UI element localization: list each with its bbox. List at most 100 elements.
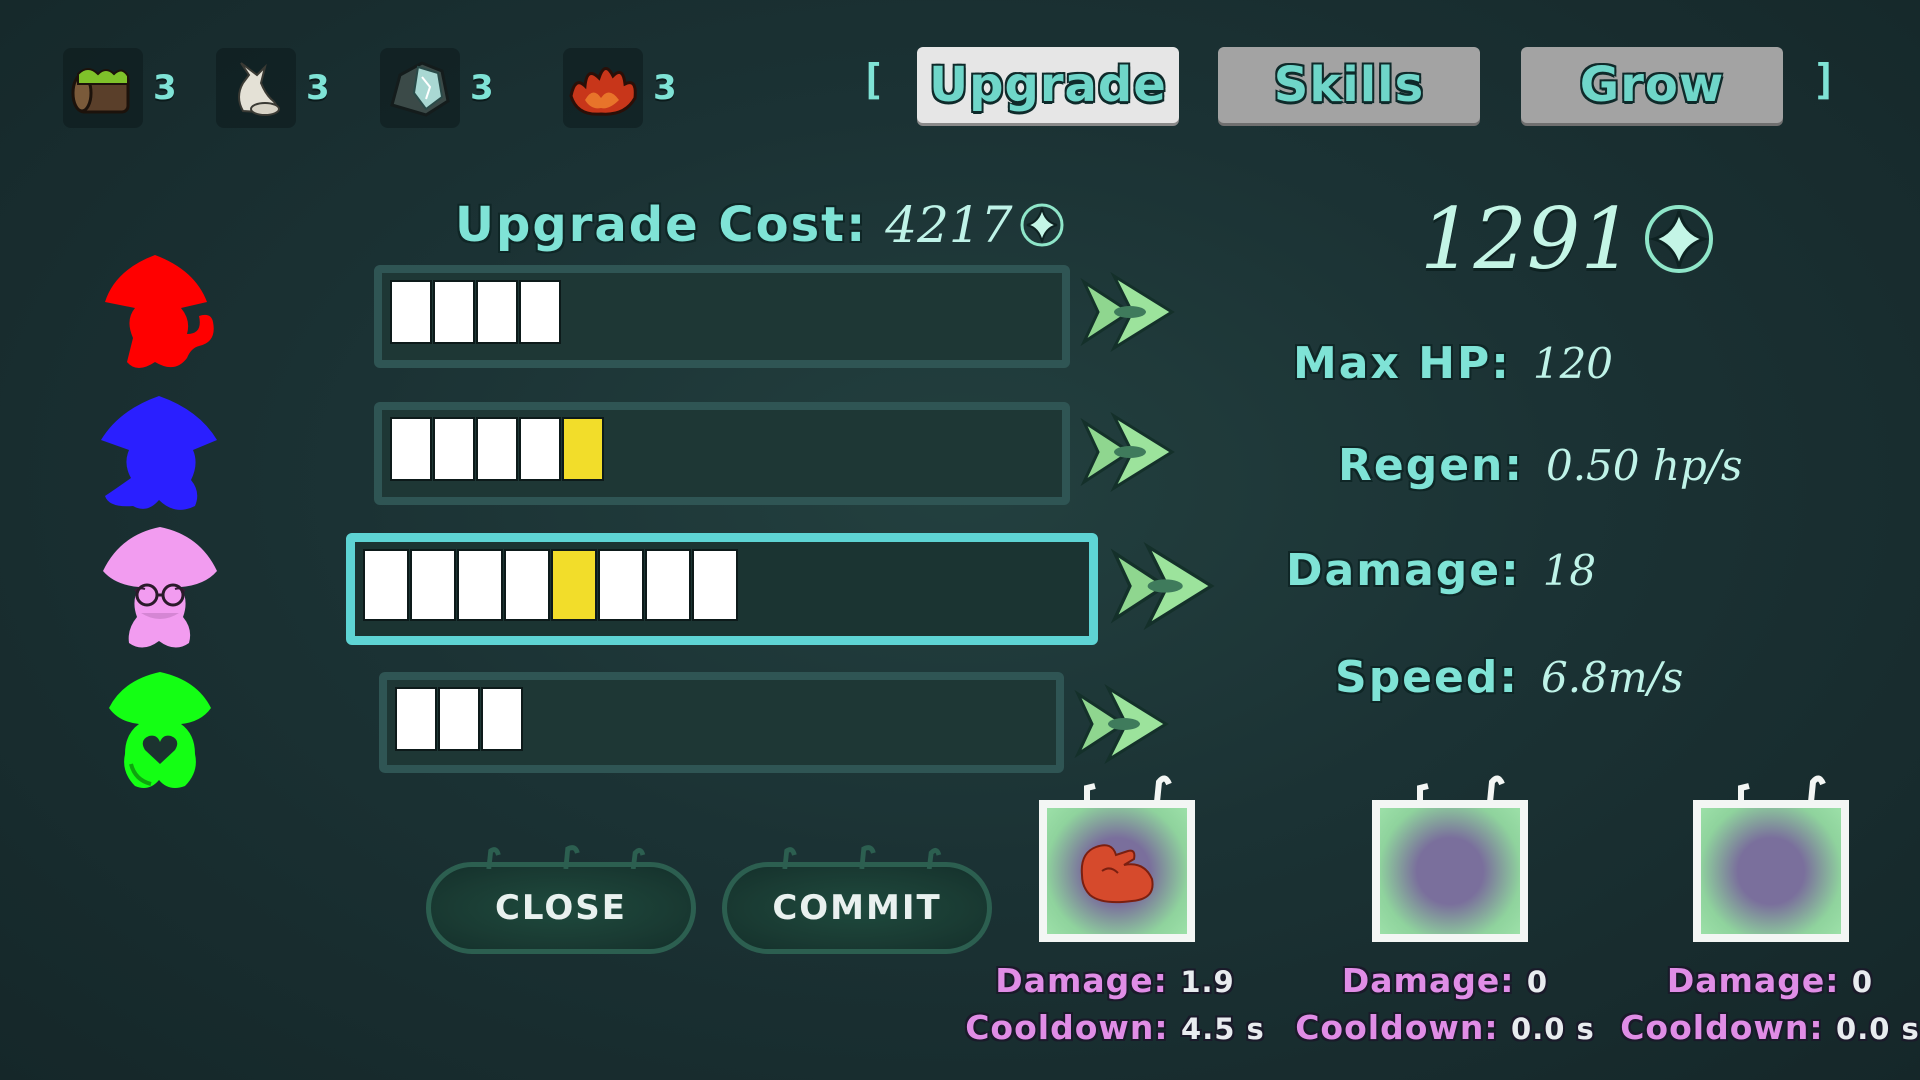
skill-3-cooldown-value: 0.0 s bbox=[1836, 1012, 1920, 1046]
upgrade-cost: Upgrade Cost: 4217 bbox=[455, 196, 1065, 254]
mossy-log-icon bbox=[63, 47, 143, 128]
upgrade-red-arrow-icon[interactable] bbox=[1080, 272, 1176, 352]
upgrade-blue-arrow-icon[interactable] bbox=[1080, 412, 1176, 492]
upgrade-segment bbox=[390, 280, 432, 344]
pink-mushroom-icon bbox=[103, 527, 217, 648]
upgrade-bar-blue bbox=[374, 402, 1070, 505]
skill-slot-3[interactable] bbox=[1693, 775, 1849, 942]
stat-max-hp-label: Max HP: bbox=[1293, 338, 1511, 389]
skill-slot-2[interactable] bbox=[1372, 775, 1528, 942]
upgrade-segments-blue bbox=[390, 417, 604, 481]
red-mushroom-icon bbox=[105, 255, 214, 368]
blue-mushroom-icon bbox=[101, 396, 217, 510]
stat-speed: Speed: 6.8m/s bbox=[1335, 652, 1683, 703]
upgrade-segments-red bbox=[390, 280, 561, 344]
skill-1-cooldown-value: 4.5 s bbox=[1181, 1012, 1265, 1046]
upgrade-bar-pink bbox=[346, 533, 1098, 645]
skill-3-info: Damage: 0 Cooldown: 0.0 s bbox=[1620, 958, 1920, 1052]
upgrade-segment bbox=[551, 549, 597, 621]
upgrade-segment bbox=[645, 549, 691, 621]
stat-damage-label: Damage: bbox=[1286, 545, 1521, 596]
empty-slot-icon bbox=[1380, 808, 1520, 934]
skill-2-damage-value: 0 bbox=[1526, 965, 1549, 999]
upgrade-segment bbox=[598, 549, 644, 621]
skill-2-info: Damage: 0 Cooldown: 0.0 s bbox=[1295, 958, 1595, 1052]
sprout-decoration-icon bbox=[1738, 775, 1826, 802]
skill-3-damage-label: Damage: bbox=[1666, 961, 1840, 1000]
upgrade-segment bbox=[519, 417, 561, 481]
upgrade-segment bbox=[438, 687, 480, 751]
resource-crystal: 3 bbox=[380, 45, 494, 130]
stat-max-hp: Max HP: 120 bbox=[1293, 338, 1613, 389]
upgrade-segment bbox=[363, 549, 409, 621]
commit-button-label: COMMIT bbox=[772, 888, 942, 928]
upgrade-cost-label: Upgrade Cost: bbox=[455, 197, 868, 253]
upgrade-segment bbox=[519, 280, 561, 344]
stat-speed-value: 6.8m/s bbox=[1540, 653, 1684, 702]
tab-bracket-right: ] bbox=[1812, 55, 1838, 104]
spore-currency-icon bbox=[1644, 205, 1713, 273]
upgrade-segment bbox=[692, 549, 738, 621]
upgrade-segment bbox=[481, 687, 523, 751]
resource-wood: 3 bbox=[63, 45, 177, 130]
stat-damage: Damage: 18 bbox=[1286, 545, 1596, 596]
stat-regen-label: Regen: bbox=[1338, 440, 1524, 491]
skill-1-cooldown-label: Cooldown: bbox=[965, 1008, 1169, 1047]
sprout-decoration-icon bbox=[782, 845, 942, 869]
upgrade-segments-pink bbox=[363, 549, 738, 621]
resource-bone-count: 3 bbox=[306, 67, 330, 108]
upgrade-segment bbox=[390, 417, 432, 481]
upgrade-segments-green bbox=[395, 687, 523, 751]
upgrade-pink-arrow-icon[interactable] bbox=[1110, 542, 1216, 630]
upgrade-segment bbox=[476, 417, 518, 481]
skill-3-cooldown-label: Cooldown: bbox=[1620, 1008, 1824, 1047]
sprout-decoration-icon bbox=[1084, 775, 1172, 802]
resource-fire-count: 3 bbox=[653, 67, 677, 108]
upgrade-segment bbox=[476, 280, 518, 344]
stat-damage-value: 18 bbox=[1542, 546, 1597, 595]
skill-2-cooldown-label: Cooldown: bbox=[1295, 1008, 1499, 1047]
skill-3-damage-value: 0 bbox=[1851, 965, 1874, 999]
tab-bracket-left: [ bbox=[860, 55, 886, 104]
upgrade-bar-red bbox=[374, 265, 1070, 368]
skill-2-cooldown-value: 0.0 s bbox=[1511, 1012, 1595, 1046]
stat-max-hp-value: 120 bbox=[1532, 339, 1614, 388]
upgrade-segment bbox=[433, 417, 475, 481]
tab-skills[interactable]: Skills bbox=[1218, 47, 1480, 123]
sprout-decoration-icon bbox=[1417, 775, 1505, 802]
upgrade-segment bbox=[562, 417, 604, 481]
skill-1-damage-value: 1.9 bbox=[1180, 965, 1235, 999]
upgrade-segment bbox=[457, 549, 503, 621]
upgrade-cost-value: 4217 bbox=[885, 196, 1013, 254]
skill-slot-1[interactable] bbox=[1039, 775, 1195, 942]
upgrade-segment bbox=[433, 280, 475, 344]
currency-value: 1291 bbox=[1420, 190, 1634, 288]
crystal-rock-icon bbox=[380, 47, 460, 128]
fire-icon bbox=[563, 47, 643, 128]
resource-fire: 3 bbox=[563, 45, 677, 130]
skill-2-damage-label: Damage: bbox=[1341, 961, 1515, 1000]
stat-regen: Regen: 0.50 hp/s bbox=[1338, 440, 1743, 491]
upgrade-green-arrow-icon[interactable] bbox=[1074, 684, 1170, 764]
empty-slot-icon bbox=[1701, 808, 1841, 934]
upgrade-segment bbox=[410, 549, 456, 621]
flex-arm-icon bbox=[1080, 844, 1154, 904]
tab-upgrade[interactable]: Upgrade bbox=[917, 47, 1179, 123]
resource-bone: 3 bbox=[216, 45, 330, 130]
green-mushroom-icon bbox=[109, 672, 211, 788]
commit-button[interactable]: COMMIT bbox=[722, 845, 992, 954]
upgrade-bar-green bbox=[379, 672, 1064, 773]
spore-currency-icon bbox=[1020, 203, 1064, 247]
bone-creature-icon bbox=[216, 47, 296, 128]
resource-crystal-count: 3 bbox=[470, 67, 494, 108]
close-button-label: CLOSE bbox=[494, 888, 628, 928]
upgrade-segment bbox=[395, 687, 437, 751]
sprout-decoration-icon bbox=[486, 845, 646, 869]
tab-grow[interactable]: Grow bbox=[1521, 47, 1783, 123]
skill-1-damage-label: Damage: bbox=[995, 961, 1168, 1000]
close-button[interactable]: CLOSE bbox=[426, 845, 696, 954]
upgrade-segment bbox=[504, 549, 550, 621]
stat-speed-label: Speed: bbox=[1335, 652, 1519, 703]
resource-wood-count: 3 bbox=[153, 67, 177, 108]
currency-display: 1291 bbox=[1420, 190, 1716, 288]
